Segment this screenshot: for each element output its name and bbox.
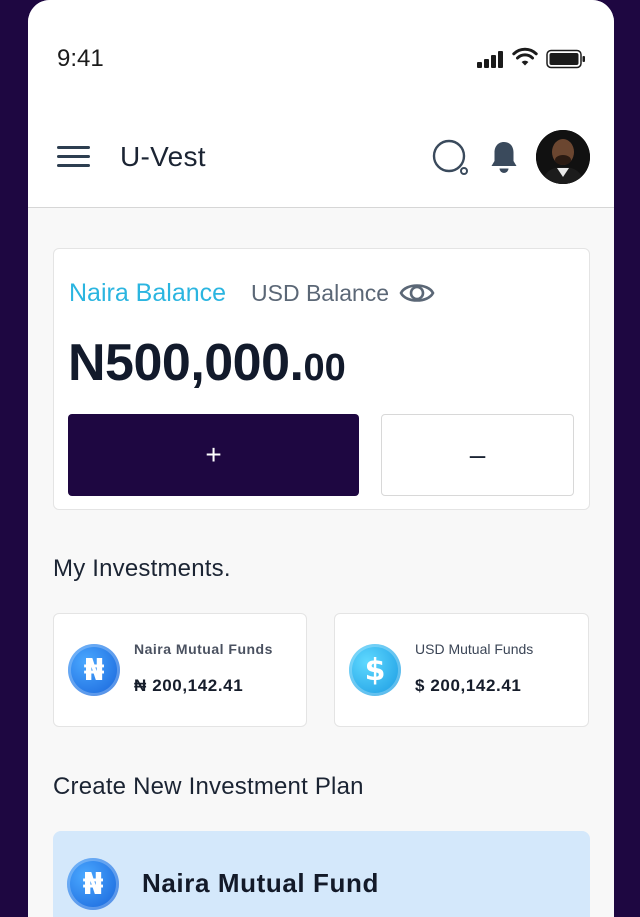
investment-card-usd[interactable]: $ USD Mutual Funds $ 200,142.41 [334, 613, 589, 727]
menu-icon[interactable] [57, 146, 90, 168]
top-bar: 9:41 U-Vest [28, 0, 614, 208]
status-time: 9:41 [57, 45, 104, 72]
naira-coin-icon: ₦ [68, 644, 120, 696]
bell-icon[interactable] [489, 140, 519, 174]
investment-amount: ₦ 200,142.41 [134, 676, 244, 695]
naira-coin-icon: ₦ [67, 858, 119, 910]
avatar[interactable] [536, 130, 590, 184]
signal-icon [477, 50, 507, 68]
eye-icon[interactable] [399, 277, 435, 309]
deposit-button[interactable]: + [68, 414, 359, 496]
search-icon[interactable] [432, 139, 472, 177]
investment-amount: $ 200,142.41 [415, 676, 522, 695]
withdraw-button[interactable]: – [381, 414, 574, 496]
balance-amount-main: N500,000. [68, 334, 304, 392]
balance-amount-cents: 00 [303, 347, 346, 389]
balance-card: Naira Balance USD Balance N500,000.00 + … [53, 248, 590, 510]
app-title: U-Vest [120, 141, 206, 172]
plan-card-naira-mutual-fund[interactable]: ₦ Naira Mutual Fund [53, 831, 590, 917]
investment-card-naira[interactable]: ₦ Naira Mutual Funds ₦ 200,142.41 [53, 613, 307, 727]
my-investments-heading: My Investments. [53, 555, 231, 582]
tab-usd-balance[interactable]: USD Balance [251, 280, 389, 307]
investment-name: Naira Mutual Funds [134, 641, 273, 657]
avatar-portrait [536, 130, 590, 184]
dollar-coin-icon: $ [349, 644, 401, 696]
tab-naira-balance[interactable]: Naira Balance [69, 279, 226, 308]
plan-title: Naira Mutual Fund [142, 868, 379, 898]
investment-name: USD Mutual Funds [415, 641, 534, 657]
battery-icon [546, 49, 585, 69]
create-plan-heading: Create New Investment Plan [53, 773, 364, 800]
balance-amount: N500,000.00 [68, 333, 346, 393]
phone-screen: 9:41 U-Vest Naira Balance USD Balance N5… [28, 0, 614, 917]
wifi-icon [512, 47, 538, 66]
